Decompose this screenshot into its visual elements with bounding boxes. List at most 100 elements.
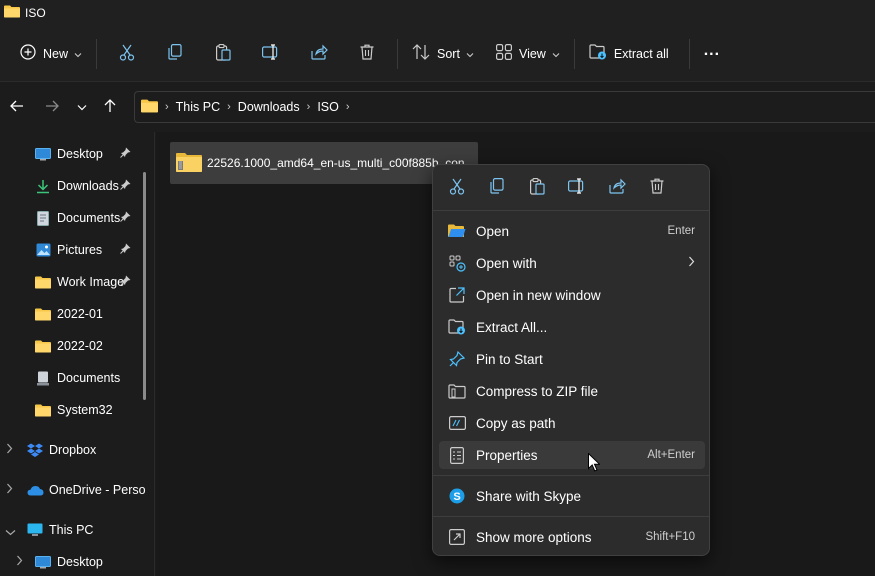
context-rename-button[interactable] [557, 172, 597, 204]
menu-item-show-more-options[interactable]: Show more options Shift+F10 [439, 523, 705, 551]
menu-item-label: Extract All... [476, 319, 548, 335]
copy-button[interactable] [151, 36, 199, 72]
arrow-left-icon [10, 100, 24, 115]
breadcrumb-downloads[interactable]: Downloads [238, 100, 300, 114]
menu-item-compress-zip[interactable]: Compress to ZIP file [439, 377, 705, 405]
breadcrumb-iso[interactable]: ISO [317, 100, 339, 114]
chevron-down-icon [77, 100, 87, 114]
sidebar-item-label: 2022-02 [57, 339, 103, 353]
clipboard-icon [215, 43, 231, 64]
extract-all-button[interactable]: Extract all [581, 36, 683, 72]
delete-button[interactable] [343, 36, 391, 72]
menu-item-open-new-window[interactable]: Open in new window [439, 281, 705, 309]
rename-icon [262, 44, 280, 63]
menu-item-label: Properties [476, 447, 538, 463]
chevron-down-icon [74, 47, 82, 61]
zip-folder-icon [176, 152, 202, 175]
new-button[interactable]: New [12, 36, 90, 72]
pin-icon [447, 349, 467, 369]
menu-divider [433, 516, 709, 517]
mouse-cursor-icon [588, 452, 601, 475]
pin-icon [120, 147, 131, 161]
rename-button[interactable] [247, 36, 295, 72]
open-folder-icon [447, 221, 467, 241]
context-share-button[interactable] [597, 172, 637, 204]
properties-icon [447, 445, 467, 465]
download-icon [34, 177, 52, 195]
toolbar-divider [688, 38, 690, 69]
context-delete-button[interactable] [637, 172, 677, 204]
chevron-right-icon[interactable] [6, 483, 13, 497]
back-button[interactable] [1, 91, 33, 123]
address-bar[interactable]: › This PC › Downloads › ISO › [134, 91, 875, 123]
menu-item-extract-all[interactable]: Extract All... [439, 313, 705, 341]
view-button-label: View [518, 46, 546, 61]
view-button[interactable]: View [488, 36, 568, 72]
navigation-pane: Desktop Downloads Documents Pictures Wor… [0, 132, 155, 576]
more-options-label: ... [703, 41, 721, 59]
menu-item-copy-as-path[interactable]: Copy as path [439, 409, 705, 437]
context-paste-button[interactable] [517, 172, 557, 204]
menu-divider [433, 475, 709, 476]
arrow-up-icon [104, 98, 116, 116]
breadcrumb-separator[interactable]: › [158, 101, 176, 113]
breadcrumb-separator[interactable]: › [220, 101, 238, 113]
zip-folder-icon [447, 381, 467, 401]
context-quick-actions [433, 165, 709, 211]
sidebar-item-documents[interactable]: Documents [0, 202, 148, 234]
share-icon [608, 178, 626, 197]
sidebar-item-pictures[interactable]: Pictures [0, 234, 148, 266]
menu-item-label: Share with Skype [476, 488, 582, 504]
menu-item-label: Pin to Start [476, 351, 543, 367]
new-button-label: New [43, 46, 69, 61]
sidebar-item-2022-01[interactable]: 2022-01 [0, 298, 148, 330]
copy-icon [168, 44, 182, 63]
chevron-right-icon[interactable] [6, 443, 13, 457]
breadcrumb-separator[interactable]: › [300, 101, 318, 113]
breadcrumb-this-pc[interactable]: This PC [176, 100, 220, 114]
cut-button[interactable] [103, 36, 151, 72]
folder-icon [141, 99, 158, 116]
sidebar-item-dropbox[interactable]: Dropbox [0, 434, 148, 466]
menu-item-properties[interactable]: Properties Alt+Enter [439, 441, 705, 469]
sidebar-scrollbar[interactable] [143, 172, 146, 400]
sidebar-item-downloads[interactable]: Downloads [0, 170, 148, 202]
forward-button[interactable] [36, 91, 68, 123]
document-icon [34, 209, 52, 227]
sidebar-item-desktop-2[interactable]: Desktop [0, 546, 148, 576]
sidebar-item-desktop[interactable]: Desktop [0, 138, 148, 170]
paste-button[interactable] [199, 36, 247, 72]
sidebar-item-documents-2[interactable]: Documents [0, 362, 148, 394]
context-copy-button[interactable] [477, 172, 517, 204]
extract-folder-icon [589, 44, 607, 63]
menu-item-open-with[interactable]: Open with [439, 249, 705, 277]
sort-button[interactable]: Sort [404, 36, 482, 72]
chevron-right-icon[interactable] [16, 555, 23, 569]
context-menu: Open Enter Open with Open in new window … [432, 164, 710, 556]
folder-icon [34, 273, 52, 291]
menu-item-label: Open [476, 223, 510, 239]
sidebar-item-label: Desktop [57, 147, 103, 161]
breadcrumb-separator[interactable]: › [339, 101, 357, 113]
chevron-down-icon[interactable] [5, 525, 16, 539]
scissors-icon [449, 178, 465, 198]
sidebar-item-system32[interactable]: System32 [0, 394, 148, 426]
sidebar-item-label: Work Image [57, 275, 125, 289]
pin-icon [120, 179, 131, 193]
dropbox-icon [26, 441, 44, 459]
pictures-icon [34, 241, 52, 259]
menu-item-share-skype[interactable]: S Share with Skype [439, 482, 705, 510]
trash-icon [360, 44, 374, 63]
context-cut-button[interactable] [437, 172, 477, 204]
sidebar-item-2022-02[interactable]: 2022-02 [0, 330, 148, 362]
more-options-button[interactable]: ... [696, 36, 728, 72]
sidebar-item-this-pc[interactable]: This PC [0, 514, 148, 546]
open-with-icon [447, 253, 467, 273]
menu-item-pin-to-start[interactable]: Pin to Start [439, 345, 705, 373]
up-button[interactable] [94, 91, 126, 123]
toolbar-divider [96, 38, 98, 69]
sidebar-item-onedrive[interactable]: OneDrive - Perso [0, 474, 148, 506]
menu-item-open[interactable]: Open Enter [439, 217, 705, 245]
share-button[interactable] [295, 36, 343, 72]
sidebar-item-work-image[interactable]: Work Image [0, 266, 148, 298]
